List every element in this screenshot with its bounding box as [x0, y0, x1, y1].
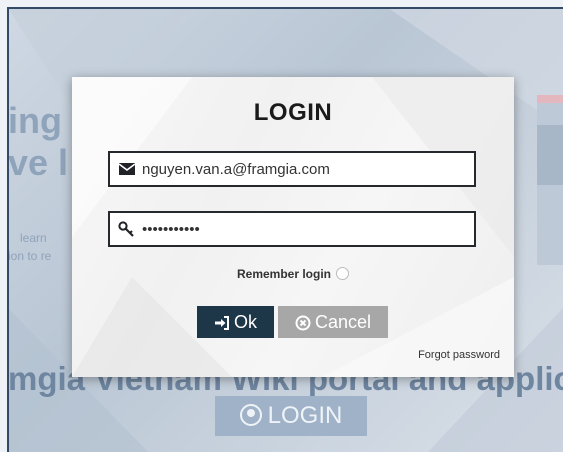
sign-in-icon: [214, 316, 229, 330]
password-field[interactable]: [108, 211, 476, 247]
modal-title: LOGIN: [253, 99, 333, 126]
user-circle-icon: [239, 404, 262, 426]
remember-login-radio[interactable]: [336, 267, 350, 280]
remember-login[interactable]: Remember login: [72, 267, 514, 281]
background-heading-line1: ing: [8, 100, 62, 141]
background-heading-line2: ve l: [8, 142, 69, 183]
cancel-button-label: Cancel: [314, 312, 372, 332]
background-login-label: LOGIN: [267, 402, 343, 429]
background-side-panel: [537, 95, 563, 265]
background-text-line2: ion to re: [8, 249, 52, 263]
ok-button-label: Ok: [233, 312, 257, 332]
background-panel-block: [537, 125, 563, 185]
ok-button[interactable]: Ok: [197, 306, 274, 338]
password-input[interactable]: [142, 214, 474, 244]
envelope-icon: [118, 163, 136, 175]
background-login-button[interactable]: LOGIN: [215, 396, 367, 436]
remember-login-label: Remember login: [236, 267, 332, 281]
email-input[interactable]: [142, 154, 474, 184]
cancel-button[interactable]: Cancel: [278, 306, 388, 338]
background-panel-strip: [537, 95, 563, 103]
times-circle-icon: [295, 315, 311, 331]
email-field[interactable]: [108, 151, 476, 187]
login-modal: LOGIN Remember login Ok Cancel Forgot pa…: [72, 77, 514, 377]
forgot-password-link[interactable]: Forgot password: [418, 349, 500, 361]
background-text-line1: learn: [20, 231, 47, 245]
key-icon: [118, 221, 134, 237]
